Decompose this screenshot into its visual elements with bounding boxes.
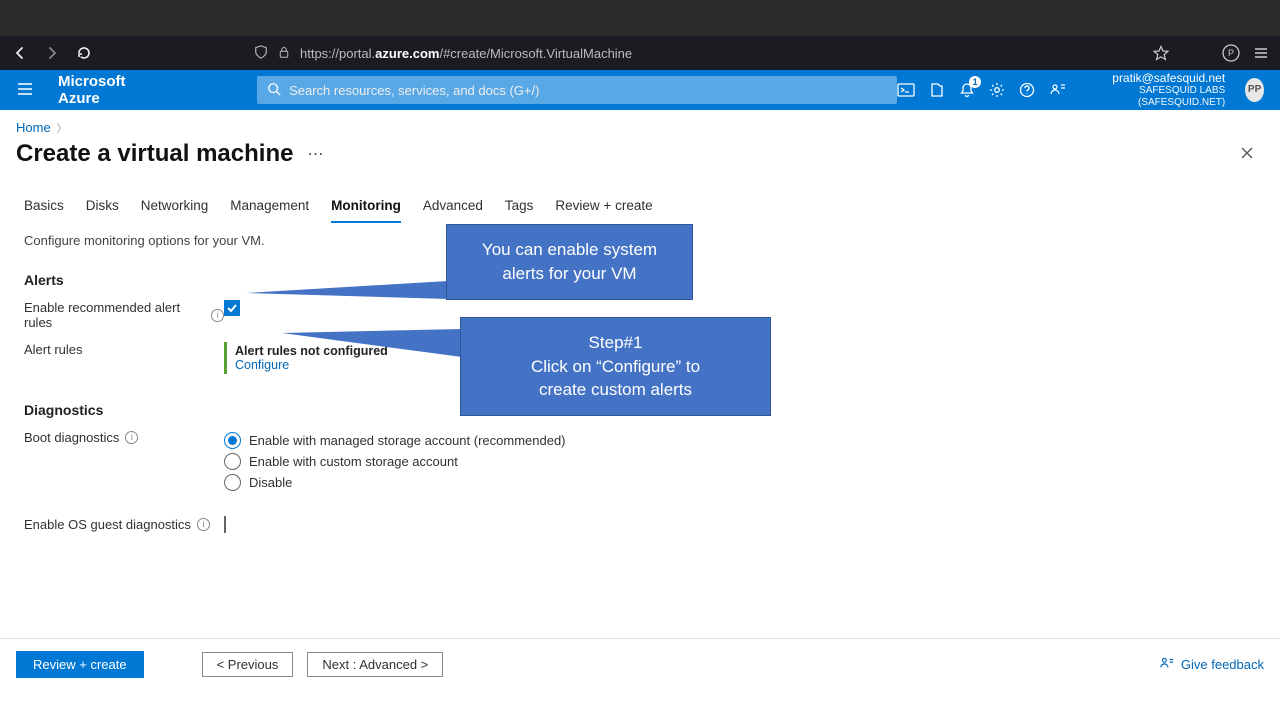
- callout-text: You can enable system: [482, 238, 657, 262]
- more-actions-icon[interactable]: ⋯: [307, 144, 323, 164]
- global-search-input[interactable]: [289, 83, 887, 98]
- wizard-tabs: Basics Disks Networking Management Monit…: [0, 180, 1280, 223]
- user-email: pratik@safesquid.net: [1087, 71, 1225, 85]
- info-icon[interactable]: i: [125, 431, 138, 444]
- page-title: Create a virtual machine: [16, 140, 293, 168]
- radio-boot-custom[interactable]: Enable with custom storage account: [224, 451, 1256, 472]
- radio-icon: [224, 474, 241, 491]
- notification-badge: 1: [969, 76, 981, 88]
- settings-gear-icon[interactable]: [989, 80, 1005, 100]
- avatar[interactable]: PP: [1245, 78, 1264, 102]
- user-account-block[interactable]: pratik@safesquid.net SAFESQUID LABS (SAF…: [1087, 71, 1225, 109]
- cloud-shell-icon[interactable]: [897, 80, 915, 100]
- callout-text: Click on “Configure” to: [531, 355, 700, 379]
- azure-header: Microsoft Azure 1 pratik@safesquid.net S…: [0, 70, 1280, 110]
- browser-reload-button[interactable]: [72, 41, 96, 65]
- label-alert-rules: Alert rules: [24, 342, 83, 357]
- shield-icon: [254, 45, 268, 62]
- previous-button[interactable]: < Previous: [202, 652, 294, 677]
- browser-tabstrip: [0, 0, 1280, 36]
- tab-tags[interactable]: Tags: [505, 198, 534, 223]
- lock-icon: [278, 45, 290, 62]
- checkbox-os-guest-diagnostics[interactable]: [224, 516, 226, 533]
- breadcrumb: Home 〉: [0, 110, 1280, 140]
- url-text: https://portal.azure.com/#create/Microso…: [300, 46, 632, 61]
- feedback-person-icon: [1159, 656, 1175, 673]
- menu-hamburger-icon[interactable]: [16, 80, 34, 100]
- bookmark-star-icon[interactable]: [1150, 42, 1172, 64]
- label-os-guest-diagnostics: Enable OS guest diagnostics: [24, 517, 191, 532]
- radio-icon: [224, 432, 241, 449]
- global-search[interactable]: [257, 76, 897, 104]
- label-boot-diagnostics: Boot diagnostics: [24, 430, 119, 445]
- browser-menu-icon[interactable]: [1250, 42, 1272, 64]
- tab-monitoring[interactable]: Monitoring: [331, 198, 401, 223]
- account-icon[interactable]: P: [1220, 42, 1242, 64]
- breadcrumb-home[interactable]: Home: [16, 120, 51, 135]
- annotation-callout-enable-alerts: You can enable system alerts for your VM: [446, 224, 693, 300]
- radio-label: Disable: [249, 475, 292, 490]
- callout-pointer-icon: [246, 281, 448, 299]
- notifications-icon[interactable]: 1: [959, 80, 975, 100]
- give-feedback-link[interactable]: Give feedback: [1159, 656, 1264, 673]
- feedback-icon[interactable]: [1049, 80, 1067, 100]
- label-enable-recommended-alerts: Enable recommended alert rules: [24, 300, 205, 330]
- radio-boot-disable[interactable]: Disable: [224, 472, 1256, 493]
- chevron-right-icon: 〉: [56, 123, 67, 135]
- browser-forward-button[interactable]: [40, 41, 64, 65]
- tab-networking[interactable]: Networking: [141, 198, 209, 223]
- info-icon[interactable]: i: [197, 518, 210, 531]
- checkbox-enable-recommended-alerts[interactable]: [224, 300, 240, 316]
- tab-basics[interactable]: Basics: [24, 198, 64, 223]
- tab-management[interactable]: Management: [230, 198, 309, 223]
- help-icon[interactable]: [1019, 80, 1035, 100]
- browser-toolbar: https://portal.azure.com/#create/Microso…: [0, 36, 1280, 70]
- search-icon: [267, 82, 281, 99]
- user-org: SAFESQUID LABS (SAFESQUID.NET): [1087, 85, 1225, 109]
- tab-advanced[interactable]: Advanced: [423, 198, 483, 223]
- callout-pointer-icon: [282, 329, 462, 357]
- callout-text: Step#1: [589, 331, 643, 355]
- radio-icon: [224, 453, 241, 470]
- directories-icon[interactable]: [929, 80, 945, 100]
- review-create-button[interactable]: Review + create: [16, 651, 144, 678]
- callout-text: create custom alerts: [539, 378, 692, 402]
- svg-text:P: P: [1228, 48, 1234, 58]
- info-icon[interactable]: i: [211, 309, 224, 322]
- next-button[interactable]: Next : Advanced >: [307, 652, 443, 677]
- browser-address-bar[interactable]: https://portal.azure.com/#create/Microso…: [244, 39, 642, 67]
- wizard-footer: Review + create < Previous Next : Advanc…: [0, 638, 1280, 690]
- tab-disks[interactable]: Disks: [86, 198, 119, 223]
- radio-label: Enable with custom storage account: [249, 454, 458, 469]
- radio-label: Enable with managed storage account (rec…: [249, 433, 566, 448]
- tab-review-create[interactable]: Review + create: [555, 198, 652, 223]
- browser-back-button[interactable]: [8, 41, 32, 65]
- annotation-callout-configure: Step#1 Click on “Configure” to create cu…: [460, 317, 771, 416]
- feedback-label: Give feedback: [1181, 657, 1264, 672]
- radio-boot-managed[interactable]: Enable with managed storage account (rec…: [224, 430, 1256, 451]
- brand-label[interactable]: Microsoft Azure: [58, 73, 137, 107]
- callout-text: alerts for your VM: [502, 262, 636, 286]
- close-icon[interactable]: [1240, 144, 1254, 165]
